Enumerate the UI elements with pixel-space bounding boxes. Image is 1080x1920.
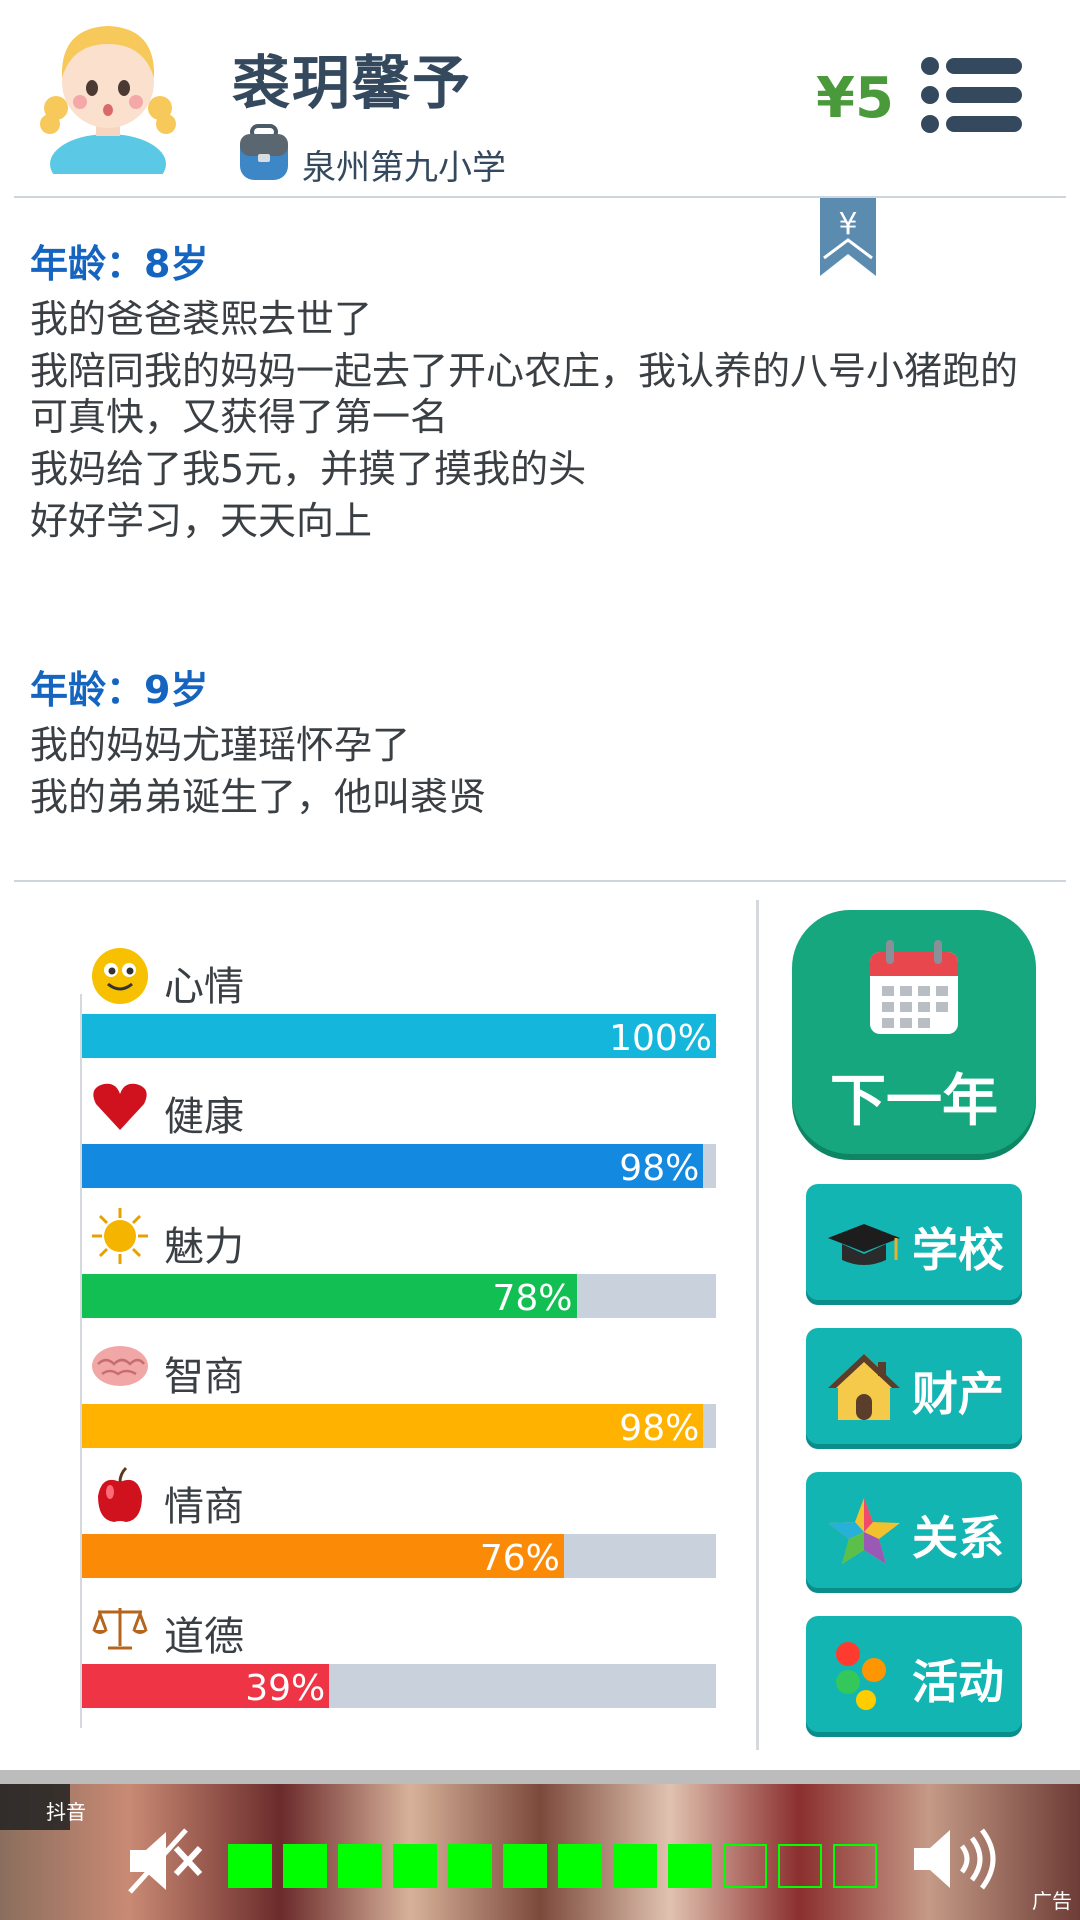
volume-block [228, 1844, 272, 1888]
stat-label: 健康 [164, 1094, 244, 1140]
activities-label: 活动 [912, 1655, 1004, 1709]
sun-icon [92, 1208, 148, 1264]
stat-bar-fill: 100% [82, 1014, 716, 1059]
volume-block [723, 1844, 767, 1888]
log-line: 我妈给了我5元，并摸了摸我的头 [30, 447, 587, 491]
money-display: ¥5 [816, 66, 894, 131]
stat-value: 76% [479, 1538, 560, 1579]
brain-icon [92, 1346, 148, 1386]
backpack-icon [240, 124, 288, 180]
stat-label: 心情 [164, 964, 244, 1010]
graduation-cap-icon [828, 1224, 900, 1265]
volume-block [833, 1844, 877, 1888]
volume-block [448, 1844, 492, 1888]
log-entry: 年龄：9岁 我的妈妈尤瑾瑶怀孕了 我的弟弟诞生了，他叫裘贤 [30, 664, 1050, 820]
stat-bar-fill: 98% [82, 1144, 704, 1189]
volume-block [283, 1844, 327, 1888]
property-label: 财产 [912, 1367, 1004, 1421]
volume-up-icon[interactable] [910, 1824, 1010, 1894]
stats-panel: 心情 100% 健康 98% 魅力 78% 智商 98% 情商 76% 道德 3… [82, 946, 716, 1726]
stat-value: 98% [619, 1408, 700, 1449]
volume-block [393, 1844, 437, 1888]
school-button[interactable]: 学校 [806, 1184, 1022, 1300]
volume-block [778, 1844, 822, 1888]
age-heading: 年龄：9岁 [30, 668, 209, 712]
stat-value: 100% [609, 1018, 712, 1059]
volume-block [503, 1844, 547, 1888]
profile-header: 裘玥馨予 泉州第九小学 ¥5 [0, 0, 1080, 196]
age-heading: 年龄：8岁 [30, 242, 209, 286]
star-icon [828, 1498, 900, 1564]
player-name: 裘玥馨予 [232, 49, 473, 117]
school-name: 泉州第九小学 [302, 148, 506, 188]
log-entry: 年龄：8岁 我的爸爸裘熙去世了 我陪同我的妈妈一起去了开心农庄，我认养的八号小猪… [30, 238, 1050, 544]
heart-icon [93, 1083, 147, 1130]
log-line: 我的爸爸裘熙去世了 [30, 297, 373, 341]
stat-bar-fill: 76% [82, 1534, 564, 1579]
log-line: 我的弟弟诞生了，他叫裘贤 [30, 775, 487, 819]
stat-mood: 心情 100% [82, 946, 716, 1076]
property-button[interactable]: 财产 [806, 1328, 1022, 1444]
relations-label: 关系 [912, 1511, 1004, 1565]
life-log: 年龄：8岁 我的爸爸裘熙去世了 我陪同我的妈妈一起去了开心农庄，我认养的八号小猪… [30, 238, 1050, 820]
stat-bar: 100% [82, 1014, 716, 1059]
ad-app-name: 抖音 [46, 1800, 86, 1824]
stat-bar-fill: 39% [82, 1664, 330, 1709]
stat-charm: 魅力 78% [82, 1206, 716, 1336]
stat-morality: 道德 39% [82, 1596, 716, 1726]
stat-bar: 76% [82, 1534, 716, 1579]
stat-health: 健康 98% [82, 1076, 716, 1206]
smiley-icon [92, 948, 148, 1004]
log-line: 好好学习，天天向上 [30, 499, 373, 543]
next-year-label: 下一年 [830, 1069, 998, 1134]
log-line: 我的妈妈尤瑾瑶怀孕了 [30, 723, 411, 767]
activities-button[interactable]: 活动 [806, 1616, 1022, 1732]
stat-label: 智商 [164, 1354, 244, 1400]
volume-block [668, 1844, 712, 1888]
stat-value: 78% [492, 1278, 573, 1319]
panel-divider [756, 900, 759, 1750]
stat-label: 道德 [164, 1614, 244, 1660]
header-divider [14, 196, 1066, 198]
school-label: 学校 [912, 1223, 1004, 1277]
relations-button[interactable]: 关系 [806, 1472, 1022, 1588]
stat-label: 魅力 [164, 1224, 244, 1270]
stat-iq: 智商 98% [82, 1336, 716, 1466]
log-line: 我陪同我的妈妈一起去了开心农庄，我认养的八号小猪跑的可真快，又获得了第一名 [30, 349, 1019, 439]
volume-block [338, 1844, 382, 1888]
stat-value: 98% [619, 1148, 700, 1189]
next-year-button[interactable]: 下一年 [792, 910, 1036, 1154]
stat-bar-fill: 78% [82, 1274, 577, 1319]
calendar-icon [870, 940, 958, 1034]
ad-label: 广告 [1032, 1889, 1072, 1913]
stat-bar: 39% [82, 1664, 716, 1709]
stat-label: 情商 [164, 1484, 244, 1530]
stat-bar-fill: 98% [82, 1404, 704, 1449]
stat-value: 39% [245, 1668, 326, 1709]
stat-eq: 情商 76% [82, 1466, 716, 1596]
apple-icon [98, 1466, 142, 1522]
scales-icon [92, 1608, 148, 1650]
stat-bar: 98% [82, 1144, 716, 1189]
girl-avatar [40, 26, 176, 174]
menu-icon[interactable] [920, 56, 1024, 134]
stat-bar: 78% [82, 1274, 716, 1319]
log-divider [14, 880, 1066, 882]
house-icon [828, 1354, 900, 1420]
volume-block [613, 1844, 657, 1888]
svg-text:¥: ¥ [838, 207, 857, 242]
stat-bar: 98% [82, 1404, 716, 1449]
activities-dots-icon [836, 1642, 886, 1710]
mute-icon[interactable] [126, 1826, 204, 1896]
volume-block [558, 1844, 602, 1888]
ad-top-strip [0, 1770, 1080, 1784]
